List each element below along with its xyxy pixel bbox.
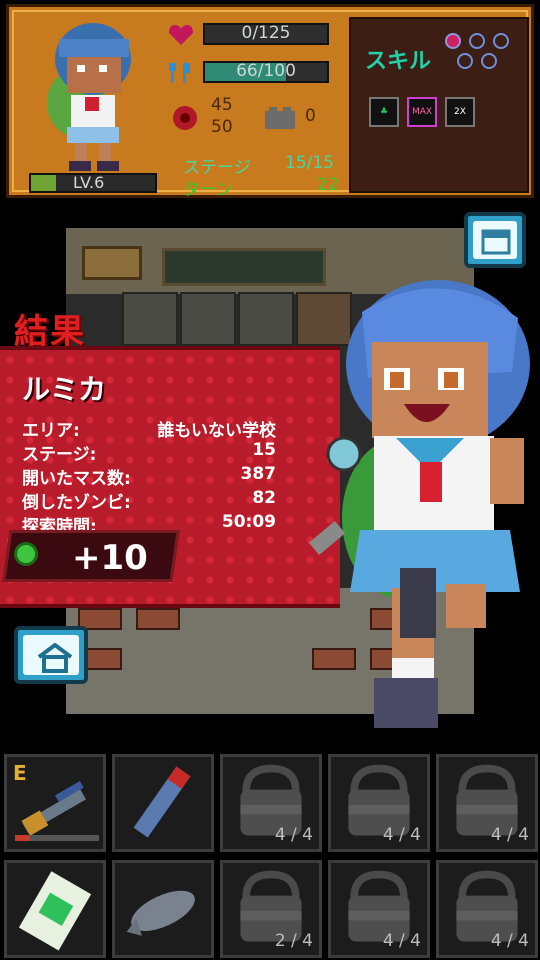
character-art — [308, 280, 530, 728]
inventory-slot-bag[interactable]: 4 / 4 — [436, 860, 538, 958]
skill-title: スキル — [365, 49, 432, 74]
result-row-value: 82 — [252, 488, 276, 508]
reward-amount: +10 — [72, 538, 148, 578]
inventory-slot-fish[interactable] — [112, 860, 214, 958]
slot-count: 4 / 4 — [490, 931, 529, 951]
journal-icon — [481, 229, 511, 255]
result-row: ステージ: 15 — [22, 440, 276, 465]
food-text: 66/100 — [236, 61, 296, 81]
inventory-slot-bag[interactable]: 2 / 4 — [220, 860, 322, 958]
result-row-label: ステージ: — [22, 445, 97, 465]
journal-button[interactable] — [464, 212, 526, 268]
result-row-label: 倒したゾンビ: — [22, 493, 131, 513]
level-label: LV.6 — [73, 173, 105, 192]
inventory-slot-bag[interactable]: 4 / 4 — [328, 754, 430, 852]
wall-frame — [82, 246, 142, 280]
result-row-value: 50:09 — [221, 512, 276, 532]
defense-value: 0 — [305, 106, 316, 126]
clover-skill-icon[interactable]: ♣ — [369, 97, 399, 127]
flashlight-icon — [115, 759, 211, 849]
level-bar: LV.6 — [29, 173, 157, 193]
result-row-value: 誰もいない学校 — [157, 421, 276, 441]
slot-count: 2 / 4 — [274, 931, 313, 951]
home-icon — [37, 643, 73, 673]
defense-icon — [265, 107, 295, 129]
durability-bar — [15, 835, 99, 841]
food-row: 66/100 — [167, 61, 337, 85]
result-panel: ルミカ エリア: 誰もいない学校ステージ: 15 開いたマス数: 387 倒したゾンビ: 8… — [0, 346, 340, 608]
character-portrait — [47, 23, 131, 171]
journal-button-face — [473, 221, 517, 259]
double-skill-icon[interactable]: 2X — [445, 97, 475, 127]
attack-bottom-value: 50 — [211, 117, 233, 137]
attack-top-value: 45 — [211, 95, 233, 115]
result-row-value: 387 — [240, 464, 277, 484]
inventory-slot-flashlight[interactable] — [112, 754, 214, 852]
durability-bar-fill — [15, 835, 31, 841]
field-tile[interactable] — [122, 292, 178, 346]
result-row: 倒したゾンビ: 82 — [22, 488, 276, 513]
slot-count: 4 / 4 — [274, 825, 313, 845]
health-text: 0/125 — [241, 23, 291, 43]
medicine-bottle-icon — [7, 865, 103, 955]
inventory-slot-medicine-bottle[interactable] — [4, 860, 106, 958]
stage-value: 15/15 — [285, 153, 334, 173]
result-row-value: 15 — [252, 440, 276, 460]
level-progress-fill — [31, 175, 56, 191]
result-row-label: 開いたマス数: — [22, 469, 131, 489]
result-row-label: エリア: — [22, 421, 80, 441]
inventory-slot-bag[interactable]: 4 / 4 — [436, 754, 538, 852]
attack-icon — [173, 106, 197, 130]
heart-icon — [169, 25, 193, 45]
equipped-badge: E — [13, 761, 27, 785]
field-tile[interactable] — [238, 292, 294, 346]
skill-slots-icon — [445, 33, 509, 69]
double-label: 2X — [454, 107, 466, 117]
skill-box[interactable]: スキル ♣ MAX 2X — [349, 17, 529, 193]
max-label: MAX — [411, 107, 433, 117]
field-tile[interactable] — [180, 292, 236, 346]
inventory-slot-rifle[interactable]: E — [4, 754, 106, 852]
slot-count: 4 / 4 — [490, 825, 529, 845]
home-button-face — [23, 635, 79, 675]
home-button[interactable] — [14, 626, 88, 684]
turn-label: ターン — [183, 180, 234, 200]
status-panel: LV.6 0/125 66/100 45 50 0 ステージ 15/15 ターン… — [6, 4, 534, 200]
desk — [136, 608, 180, 630]
food-bar: 66/100 — [203, 61, 329, 83]
health-row: 0/125 — [167, 23, 337, 47]
result-row: エリア: 誰もいない学校 — [22, 416, 276, 441]
fish-icon — [115, 865, 211, 955]
slot-count: 4 / 4 — [382, 825, 421, 845]
inventory-slot-bag[interactable]: 4 / 4 — [220, 754, 322, 852]
inventory-slot-bag[interactable]: 4 / 4 — [328, 860, 430, 958]
coin-icon — [14, 542, 38, 566]
result-row: 開いたマス数: 387 — [22, 464, 277, 489]
health-bar: 0/125 — [203, 23, 329, 45]
character-name: ルミカ — [22, 373, 107, 406]
slot-count: 4 / 4 — [382, 931, 421, 951]
turn-value: 22 — [317, 175, 339, 195]
max-heart-skill-icon[interactable]: MAX — [407, 97, 437, 127]
fork-knife-icon — [169, 63, 190, 83]
